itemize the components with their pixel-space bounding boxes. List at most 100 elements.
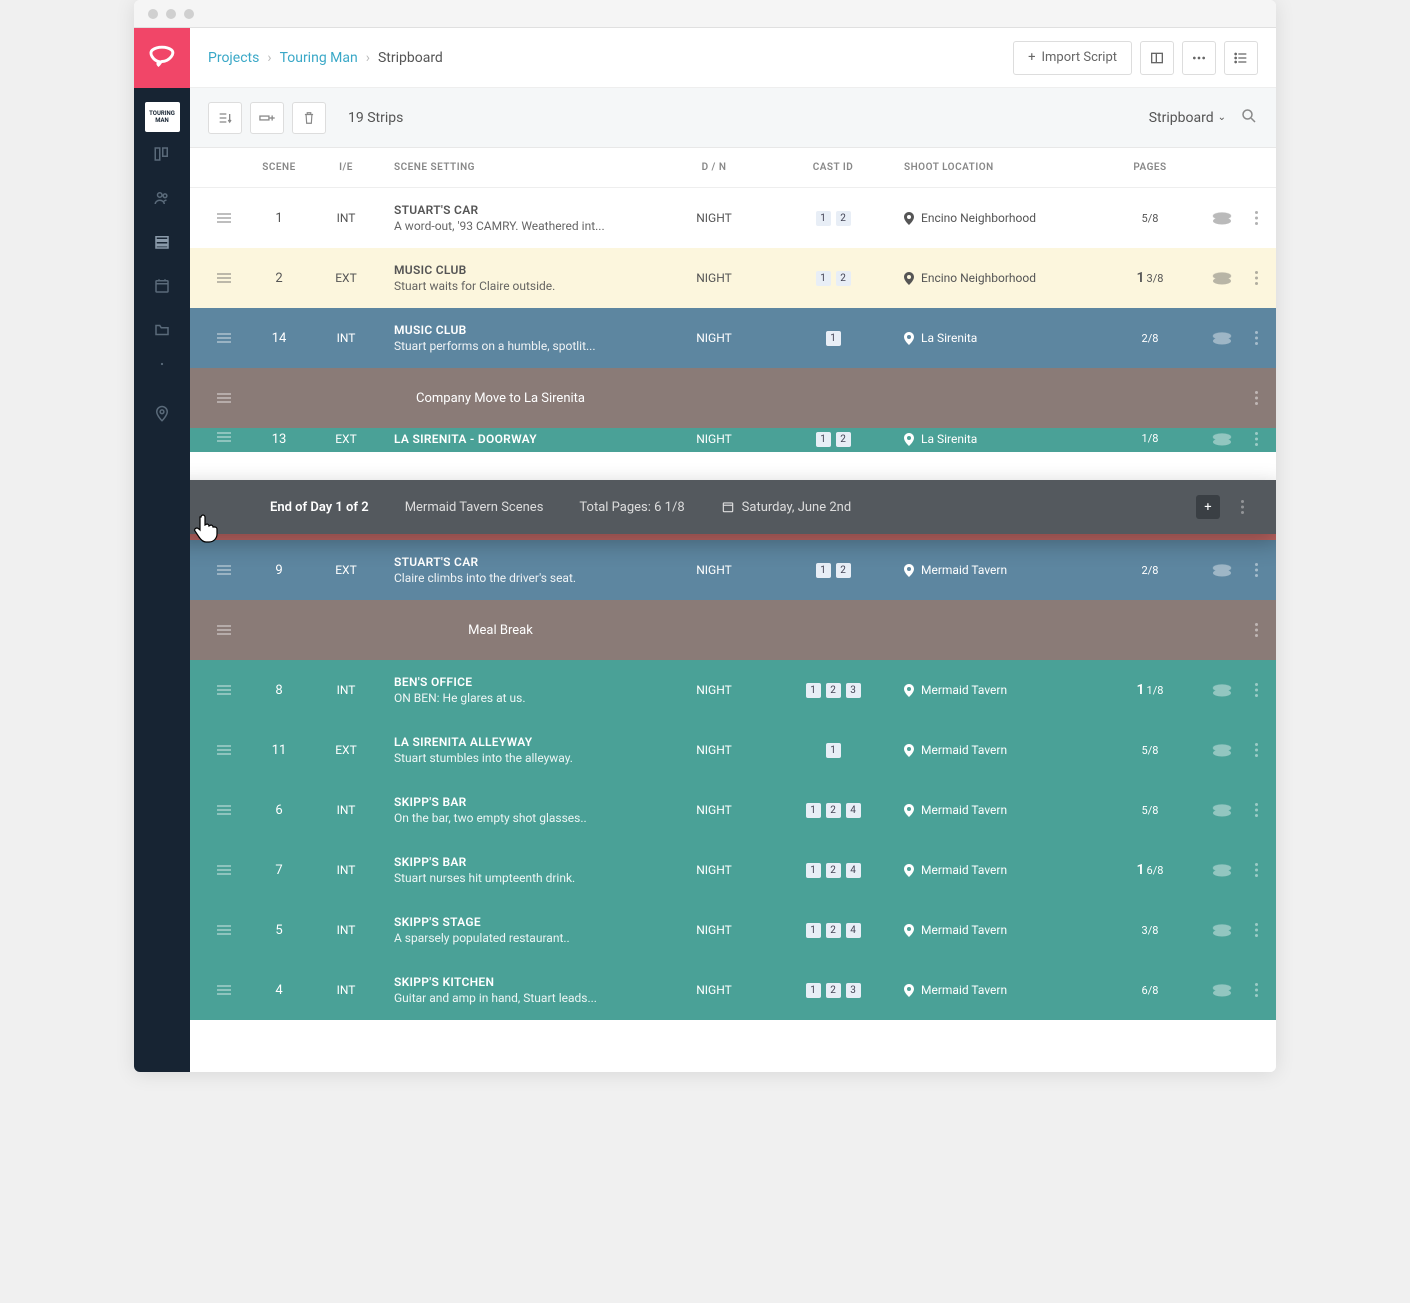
close-dot[interactable] xyxy=(148,9,158,19)
scene-setting: LA SIRENITA - DOORWAY xyxy=(382,432,658,446)
table-row[interactable]: 4 INT SKIPP'S KITCHENGuitar and amp in h… xyxy=(190,960,1276,1020)
drag-handle-icon[interactable] xyxy=(200,565,248,575)
col-pages: PAGES xyxy=(1108,162,1192,173)
ie-value: INT xyxy=(310,803,382,817)
scene-setting: SKIPP'S BAROn the bar, two empty shot gl… xyxy=(382,795,658,825)
rail-location-icon[interactable] xyxy=(134,392,190,436)
shoot-location: La Sirenita xyxy=(896,331,1108,345)
scene-setting: SKIPP'S BARStuart nurses hit umpteenth d… xyxy=(382,855,658,885)
more-button[interactable] xyxy=(1182,41,1216,75)
column-headers: SCENE I/E SCENE SETTING D / N CAST ID SH… xyxy=(190,148,1276,188)
cast-ids: 12 xyxy=(770,563,896,578)
list-button[interactable] xyxy=(1224,41,1258,75)
search-icon[interactable] xyxy=(1240,107,1258,129)
row-menu-icon[interactable] xyxy=(1252,743,1276,757)
cast-ids: 124 xyxy=(770,803,896,818)
rail-board-icon[interactable] xyxy=(134,132,190,176)
row-menu-icon[interactable] xyxy=(1252,211,1276,225)
table-row[interactable]: 9 EXT STUART'S CARClaire climbs into the… xyxy=(190,540,1276,600)
rail-folder-icon[interactable] xyxy=(134,308,190,352)
zoom-dot[interactable] xyxy=(184,9,194,19)
delete-button[interactable] xyxy=(292,102,326,134)
drag-handle-icon[interactable] xyxy=(200,625,248,635)
pages-value: 5/8 xyxy=(1108,804,1192,817)
ie-value: EXT xyxy=(310,271,382,285)
dn-value: NIGHT xyxy=(658,432,770,446)
drag-handle-icon[interactable] xyxy=(200,865,248,875)
scene-number: 6 xyxy=(248,803,310,818)
drag-handle-icon[interactable] xyxy=(200,213,248,223)
drag-handle-icon[interactable] xyxy=(200,432,248,442)
table-row[interactable]: 11 EXT LA SIRENITA ALLEYWAYStuart stumbl… xyxy=(190,720,1276,780)
table-row[interactable]: 5 INT SKIPP'S STAGEA sparsely populated … xyxy=(190,900,1276,960)
dn-value: NIGHT xyxy=(658,803,770,817)
rail-stripboard-icon[interactable] xyxy=(134,220,190,264)
row-menu-icon[interactable] xyxy=(1252,923,1276,937)
table-row[interactable]: 13 EXT LA SIRENITA - DOORWAY NIGHT 12 La… xyxy=(190,428,1276,452)
scene-setting: BEN'S OFFICEON BEN: He glares at us. xyxy=(382,675,658,705)
scene-number: 1 xyxy=(248,211,310,226)
drag-handle-icon[interactable] xyxy=(200,805,248,815)
row-menu-icon[interactable] xyxy=(1252,331,1276,345)
rail-calendar-icon[interactable] xyxy=(134,264,190,308)
shoot-location: La Sirenita xyxy=(896,432,1108,446)
shoot-location: Mermaid Tavern xyxy=(896,743,1108,757)
view-selector[interactable]: Stripboard ⌄ xyxy=(1149,110,1226,126)
ie-value: EXT xyxy=(310,563,382,577)
row-menu-icon[interactable] xyxy=(1252,803,1276,817)
row-menu-icon[interactable] xyxy=(1252,563,1276,577)
drag-handle-icon[interactable] xyxy=(200,745,248,755)
panel-toggle-button[interactable] xyxy=(1140,41,1174,75)
banner-strip[interactable]: Company Move to La Sirenita xyxy=(190,368,1276,428)
box-icon xyxy=(1192,683,1252,697)
dayend-total: Total Pages: 6 1/8 xyxy=(579,500,684,515)
import-script-button[interactable]: + Import Script xyxy=(1013,41,1132,75)
drag-handle-icon[interactable] xyxy=(200,925,248,935)
row-menu-icon[interactable] xyxy=(1252,683,1276,697)
banner-strip[interactable]: Meal Break xyxy=(190,600,1276,660)
row-menu-icon[interactable] xyxy=(753,391,1276,405)
row-menu-icon[interactable] xyxy=(1252,863,1276,877)
table-row[interactable]: 7 INT SKIPP'S BARStuart nurses hit umpte… xyxy=(190,840,1276,900)
dayend-group: Mermaid Tavern Scenes xyxy=(405,500,544,515)
rail-more-icon[interactable] xyxy=(134,352,190,376)
sort-button[interactable] xyxy=(208,102,242,134)
drag-handle-icon[interactable] xyxy=(200,333,248,343)
breadcrumb: Projects › Touring Man › Stripboard xyxy=(208,50,443,66)
table-row[interactable]: 1 INT STUART'S CARA word-out, '93 CAMRY.… xyxy=(190,188,1276,248)
pages-value: 16/8 xyxy=(1108,862,1192,878)
scene-number: 2 xyxy=(248,271,310,286)
box-icon xyxy=(1192,211,1252,225)
rail-people-icon[interactable] xyxy=(134,176,190,220)
row-menu-icon[interactable] xyxy=(1252,271,1276,285)
app-window: TOURINGMAN Projects › Touring Man › Stri… xyxy=(134,0,1276,1072)
table-row[interactable]: 6 INT SKIPP'S BAROn the bar, two empty s… xyxy=(190,780,1276,840)
breadcrumb-projects[interactable]: Projects xyxy=(208,50,259,66)
row-menu-icon[interactable] xyxy=(753,623,1276,637)
dn-value: NIGHT xyxy=(658,331,770,345)
dn-value: NIGHT xyxy=(658,923,770,937)
row-menu-icon[interactable] xyxy=(1252,432,1276,446)
minimize-dot[interactable] xyxy=(166,9,176,19)
app-logo[interactable] xyxy=(134,28,190,88)
row-menu-icon[interactable] xyxy=(1241,500,1262,514)
add-day-button[interactable]: + xyxy=(1196,495,1220,519)
row-menu-icon[interactable] xyxy=(1252,983,1276,997)
drag-handle-icon[interactable] xyxy=(200,685,248,695)
scene-number: 13 xyxy=(248,432,310,447)
drag-handle-icon[interactable] xyxy=(200,985,248,995)
scene-setting: SKIPP'S KITCHENGuitar and amp in hand, S… xyxy=(382,975,658,1005)
table-row[interactable]: 14 INT MUSIC CLUBStuart performs on a hu… xyxy=(190,308,1276,368)
col-ie: I/E xyxy=(310,162,382,173)
drag-handle-icon[interactable] xyxy=(200,393,248,403)
day-end-bar[interactable]: End of Day 1 of 2 Mermaid Tavern Scenes … xyxy=(190,480,1276,534)
project-thumb[interactable]: TOURINGMAN xyxy=(145,102,180,132)
box-icon xyxy=(1192,803,1252,817)
drag-handle-icon[interactable] xyxy=(200,273,248,283)
breadcrumb-project[interactable]: Touring Man xyxy=(280,50,358,66)
table-row[interactable]: 8 INT BEN'S OFFICEON BEN: He glares at u… xyxy=(190,660,1276,720)
add-strip-button[interactable] xyxy=(250,102,284,134)
col-loc: SHOOT LOCATION xyxy=(896,162,1108,173)
table-row[interactable]: 2 EXT MUSIC CLUBStuart waits for Claire … xyxy=(190,248,1276,308)
strip-count: 19 Strips xyxy=(348,110,403,126)
